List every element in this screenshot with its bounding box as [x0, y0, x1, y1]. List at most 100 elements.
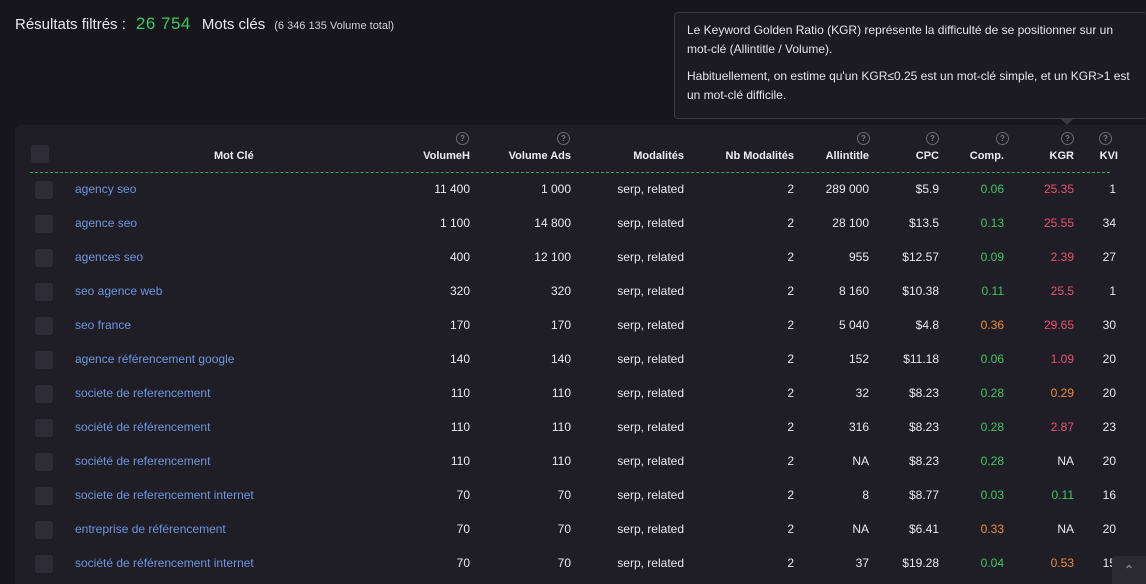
cell-keyword[interactable]: societe de referencement — [75, 386, 210, 400]
cell-keyword[interactable]: seo agence web — [75, 284, 162, 298]
cell-keyword[interactable]: agences seo — [75, 250, 143, 264]
cell-cpc: $19.28 — [902, 556, 939, 570]
col-header-volume[interactable]: VolumeH — [423, 150, 470, 162]
results-unit: Mots clés — [201, 16, 266, 33]
col-header-volume-ads[interactable]: Volume Ads — [509, 150, 571, 162]
row-checkbox[interactable] — [35, 487, 53, 505]
table-row[interactable]: société de référencement internet 70 70 ser… — [15, 547, 1146, 581]
cell-nb-modalities: 2 — [787, 454, 794, 468]
cell-kvi: 20 — [1102, 352, 1116, 366]
row-checkbox[interactable] — [35, 249, 53, 267]
cell-keyword[interactable]: entreprise de référencement — [75, 522, 226, 536]
cell-volume-ads: 110 — [551, 454, 571, 468]
cell-kvi: 20 — [1102, 386, 1116, 400]
col-header-keyword[interactable]: Mot Clé — [214, 150, 254, 162]
cell-kgr: 1.09 — [1050, 352, 1074, 366]
table-row[interactable]: agence référencement google 140 140 serp, r… — [15, 343, 1146, 377]
row-checkbox[interactable] — [35, 351, 53, 369]
cell-keyword[interactable]: société de référencement internet — [75, 556, 254, 570]
table-row[interactable]: entreprise de référencement 70 70 serp, rel… — [15, 513, 1146, 547]
cell-volume: 110 — [450, 420, 470, 434]
comp-help-icon[interactable]: ? — [996, 132, 1009, 145]
cell-cpc: $6.41 — [908, 522, 939, 536]
cell-cpc: $4.8 — [915, 318, 939, 332]
select-all-checkbox[interactable] — [31, 145, 49, 163]
cell-volume: 70 — [456, 522, 470, 536]
scroll-to-top-button[interactable]: ⌃ — [1112, 556, 1146, 584]
cell-comp: 0.28 — [980, 386, 1004, 400]
table-row[interactable]: agency seo 11 400 1 000 serp, related 2 289 0… — [15, 173, 1146, 207]
row-checkbox[interactable] — [35, 215, 53, 233]
cell-allintitle: 289 000 — [825, 182, 869, 196]
table-row[interactable]: societe de referencement internet 70 70 ser… — [15, 479, 1146, 513]
row-checkbox[interactable] — [35, 453, 53, 471]
kgr-tooltip: Le Keyword Golden Ratio (KGR) représente… — [674, 12, 1145, 119]
cell-cpc: $8.23 — [908, 386, 939, 400]
cell-kvi: 1 — [1109, 284, 1116, 298]
cell-keyword[interactable]: agence référencement google — [75, 352, 234, 366]
cell-keyword[interactable]: agency seo — [75, 182, 136, 196]
keywords-table: Mot Clé ? VolumeH ? Volume Ads Modalités… — [15, 125, 1146, 584]
cell-kgr: NA — [1057, 522, 1074, 536]
cell-comp: 0.36 — [980, 318, 1004, 332]
cell-allintitle: NA — [852, 454, 869, 468]
cell-cpc: $12.57 — [902, 250, 939, 264]
row-checkbox[interactable] — [35, 283, 53, 301]
volume-help-icon[interactable]: ? — [456, 132, 469, 145]
cell-kvi: 20 — [1102, 454, 1116, 468]
table-row[interactable]: société de référencement 110 110 serp, rela… — [15, 411, 1146, 445]
cell-cpc: $8.77 — [908, 488, 939, 502]
col-header-kvi[interactable]: KVI — [1100, 150, 1118, 162]
col-header-cpc[interactable]: CPC — [916, 150, 939, 162]
cell-keyword[interactable]: agence seo — [75, 216, 137, 230]
kgr-help-icon[interactable]: ? — [1061, 132, 1074, 145]
cell-keyword[interactable]: seo france — [75, 318, 131, 332]
table-row[interactable]: agences seo 400 12 100 serp, related 2 955 $12… — [15, 241, 1146, 275]
cell-cpc: $5.9 — [915, 182, 939, 196]
cell-kgr: 0.53 — [1050, 556, 1074, 570]
col-header-comp[interactable]: Comp. — [970, 150, 1004, 162]
col-header-modalities[interactable]: Modalités — [633, 150, 684, 162]
cell-nb-modalities: 2 — [787, 284, 794, 298]
cell-nb-modalities: 2 — [787, 556, 794, 570]
row-checkbox[interactable] — [35, 317, 53, 335]
cell-comp: 0.13 — [980, 216, 1004, 230]
cell-keyword[interactable]: societe de referencement internet — [75, 488, 254, 502]
cell-comp: 0.28 — [980, 420, 1004, 434]
cell-allintitle: 316 — [848, 420, 869, 434]
cell-modalities: serp, related — [617, 182, 684, 196]
col-header-nb-modalities[interactable]: Nb Modalités — [726, 150, 794, 162]
cell-kgr: 25.35 — [1043, 182, 1074, 196]
cell-keyword[interactable]: société de référencement — [75, 420, 210, 434]
cpc-help-icon[interactable]: ? — [926, 132, 939, 145]
kvi-help-icon[interactable]: ? — [1099, 132, 1112, 145]
row-checkbox[interactable] — [35, 419, 53, 437]
row-checkbox[interactable] — [35, 181, 53, 199]
row-checkbox[interactable] — [35, 521, 53, 539]
cell-volume: 110 — [450, 454, 470, 468]
row-checkbox[interactable] — [35, 555, 53, 573]
cell-comp: 0.06 — [980, 352, 1004, 366]
table-row[interactable]: societe de referencement 110 110 serp, rela… — [15, 377, 1146, 411]
table-header: Mot Clé ? VolumeH ? Volume Ads Modalités… — [15, 125, 1146, 175]
cell-nb-modalities: 2 — [787, 386, 794, 400]
table-row[interactable]: société de referencement 110 110 serp, rela… — [15, 445, 1146, 479]
results-total-volume: (6 346 135 Volume total) — [274, 20, 395, 32]
cell-modalities: serp, related — [617, 318, 684, 332]
cell-kgr: 25.55 — [1043, 216, 1074, 230]
cell-keyword[interactable]: société de referencement — [75, 454, 210, 468]
table-row[interactable]: agence seo 1 100 14 800 serp, related 2 28 10… — [15, 207, 1146, 241]
col-header-allintitle[interactable]: Allintitle — [826, 150, 869, 162]
col-header-kgr[interactable]: KGR — [1050, 150, 1074, 162]
cell-volume-ads: 12 100 — [534, 250, 571, 264]
table-row[interactable]: seo france 170 170 serp, related 2 5 040 $4.8 0… — [15, 309, 1146, 343]
cell-nb-modalities: 2 — [787, 318, 794, 332]
cell-kgr: 2.87 — [1050, 420, 1074, 434]
row-checkbox[interactable] — [35, 385, 53, 403]
table-row[interactable]: seo agence web 320 320 serp, related 2 8 160 $… — [15, 275, 1146, 309]
allintitle-help-icon[interactable]: ? — [857, 132, 870, 145]
cell-kgr: 29.65 — [1043, 318, 1074, 332]
cell-volume-ads: 1 000 — [540, 182, 571, 196]
volume-ads-help-icon[interactable]: ? — [557, 132, 570, 145]
cell-kgr: 0.29 — [1050, 386, 1074, 400]
